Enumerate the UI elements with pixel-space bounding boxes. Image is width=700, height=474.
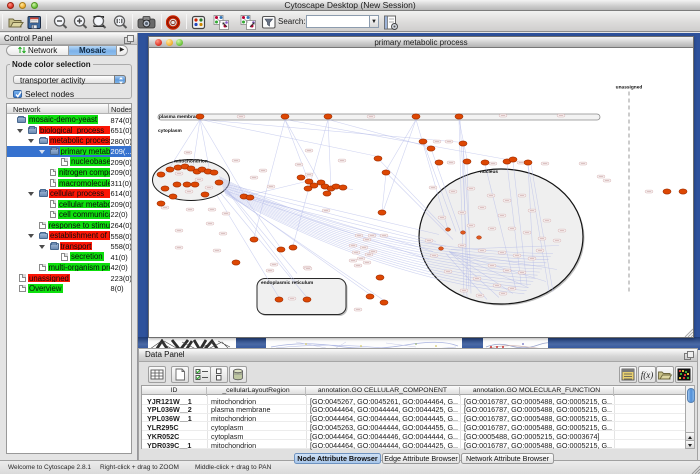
svg-text:mitochondrion: mitochondrion <box>174 159 208 165</box>
svg-text:cytoplasm: cytoplasm <box>158 128 182 134</box>
svg-text:nucleus: nucleus <box>480 169 498 175</box>
svg-text:unassigned: unassigned <box>616 85 643 91</box>
svg-text:endoplasmic reticulum: endoplasmic reticulum <box>261 280 313 286</box>
svg-text:plasma membrane: plasma membrane <box>159 114 201 120</box>
svg-text:f(x): f(x) <box>641 370 654 380</box>
